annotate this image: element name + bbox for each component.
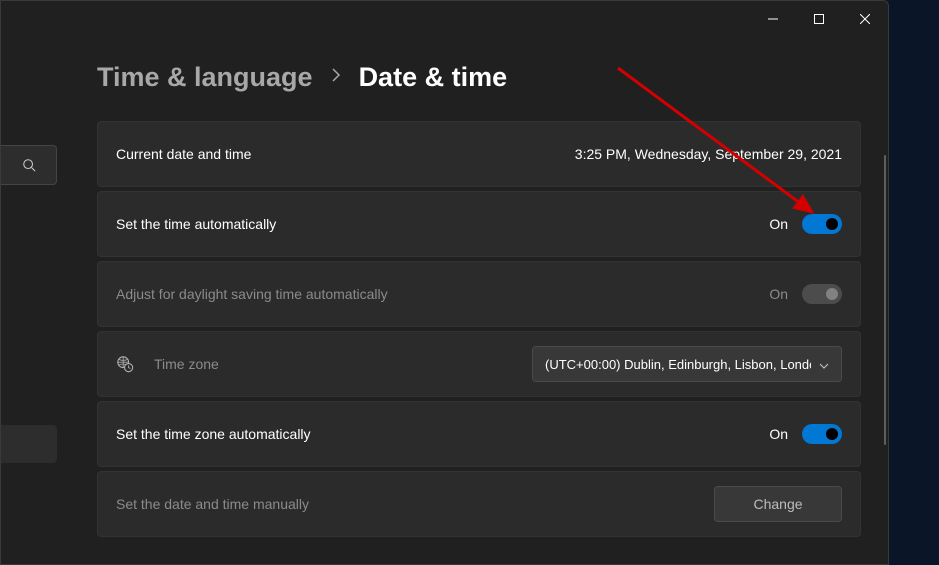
row-label: Set the date and time manually [116,496,309,512]
row-label: Set the time automatically [116,216,276,232]
scrollbar[interactable] [884,155,886,445]
toggle-state-label: On [769,286,788,302]
minimize-button[interactable] [750,1,796,37]
toggle-state-label: On [769,216,788,232]
titlebar [1,1,888,37]
close-button[interactable] [842,1,888,37]
time-zone-selected: (UTC+00:00) Dublin, Edinburgh, Lisbon, L… [545,357,811,372]
search-input[interactable] [1,145,57,185]
set-time-automatically-toggle[interactable] [802,214,842,234]
row-label: Adjust for daylight saving time automati… [116,286,388,302]
row-time-zone: Time zone (UTC+00:00) Dublin, Edinburgh,… [97,331,861,397]
maximize-button[interactable] [796,1,842,37]
chevron-right-icon [331,68,341,87]
change-button[interactable]: Change [714,486,842,522]
search-icon [22,158,36,172]
globe-clock-icon [116,355,134,373]
row-set-time-automatically: Set the time automatically On [97,191,861,257]
row-label: Time zone [154,356,219,372]
breadcrumb-parent[interactable]: Time & language [97,62,313,93]
daylight-saving-toggle [802,284,842,304]
sidebar-item-active[interactable] [1,425,57,463]
settings-window: Time & language Date & time Current date… [0,0,889,565]
chevron-down-icon [819,357,829,372]
toggle-state-label: On [769,426,788,442]
row-set-date-time-manually: Set the date and time manually Change [97,471,861,537]
set-time-zone-automatically-toggle[interactable] [802,424,842,444]
main-content: Time & language Date & time Current date… [57,37,888,564]
current-date-time-value: 3:25 PM, Wednesday, September 29, 2021 [575,146,842,162]
page-title: Date & time [359,62,508,93]
row-daylight-saving: Adjust for daylight saving time automati… [97,261,861,327]
time-zone-dropdown[interactable]: (UTC+00:00) Dublin, Edinburgh, Lisbon, L… [532,346,842,382]
breadcrumb: Time & language Date & time [97,62,863,93]
sidebar [1,37,57,564]
row-set-time-zone-automatically: Set the time zone automatically On [97,401,861,467]
row-label: Current date and time [116,146,251,162]
row-label: Set the time zone automatically [116,426,311,442]
row-current-date-time: Current date and time 3:25 PM, Wednesday… [97,121,861,187]
